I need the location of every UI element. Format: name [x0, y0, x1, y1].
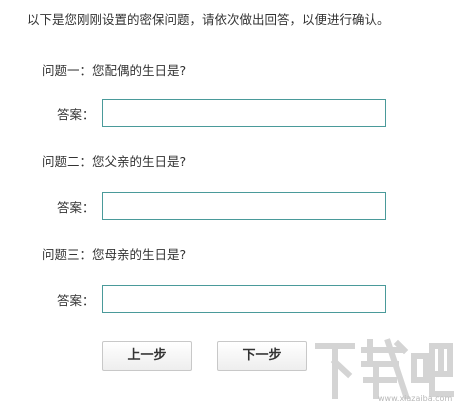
question-3-label: 问题三：: [42, 247, 93, 262]
question-2-text: 您父亲的生日是?: [92, 154, 187, 169]
answer-3-input[interactable]: [102, 285, 386, 313]
question-1-text: 您配偶的生日是?: [92, 63, 187, 78]
answer-1-input[interactable]: [102, 99, 386, 127]
answer-1-label: 答案：: [57, 107, 95, 122]
answer-3-label: 答案：: [57, 293, 95, 308]
watermark-site: www.xiazaiba.com: [378, 394, 453, 403]
next-step-button[interactable]: 下一步: [217, 341, 307, 371]
question-1: 问题一：您配偶的生日是?: [42, 62, 186, 80]
prev-step-button[interactable]: 上一步: [102, 341, 192, 371]
answer-2-input[interactable]: [102, 192, 386, 220]
question-1-label: 问题一：: [42, 63, 93, 78]
question-3: 问题三：您母亲的生日是?: [42, 246, 186, 264]
answer-2-label: 答案：: [57, 200, 95, 215]
question-3-text: 您母亲的生日是?: [92, 247, 187, 262]
question-2-label: 问题二：: [42, 154, 93, 169]
intro-text: 以下是您刚刚设置的密保问题，请依次做出回答，以便进行确认。: [27, 12, 390, 27]
question-2: 问题二：您父亲的生日是?: [42, 153, 186, 171]
